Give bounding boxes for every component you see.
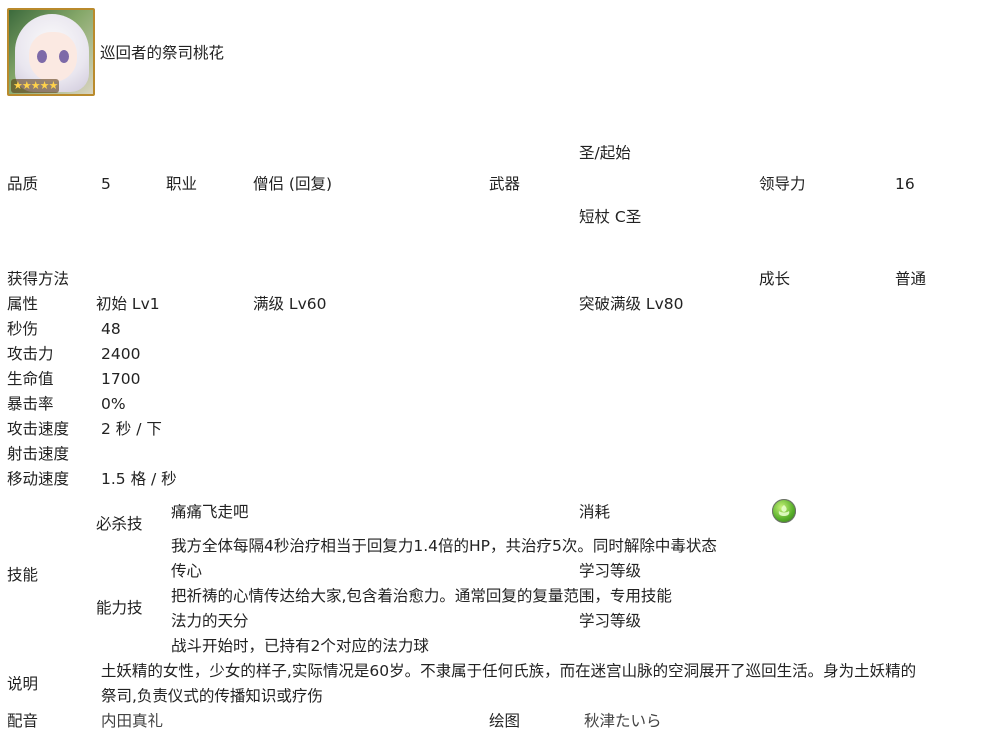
special-skill-cost-label: 消耗 <box>579 503 611 521</box>
ability-learn-level-label: 学习等级 <box>579 562 642 580</box>
growth-label: 成长 <box>759 270 791 288</box>
ability-name: 传心 <box>171 562 203 580</box>
description-line-2: 祭司,负责仪式的传播知识或疗伤 <box>101 687 323 705</box>
attr-col-limit-break: 突破满级 Lv80 <box>579 295 684 313</box>
attributes-label: 属性 <box>7 295 39 313</box>
attr-row-value: 48 <box>101 320 121 338</box>
ability-name: 法力的天分 <box>171 612 249 630</box>
special-skill-label: 必杀技 <box>96 515 143 533</box>
job-label: 职业 <box>166 175 198 193</box>
weapon-name: 短杖 C圣 <box>579 208 642 226</box>
attr-row-value: 0% <box>101 395 126 413</box>
ability-skill-label: 能力技 <box>96 599 143 617</box>
description-label: 说明 <box>7 675 39 693</box>
attr-row-label: 攻击力 <box>7 345 54 363</box>
attr-row-value: 1.5 格 / 秒 <box>101 470 177 488</box>
attr-col-max: 满级 Lv60 <box>253 295 327 313</box>
attr-row-label: 移动速度 <box>7 470 70 488</box>
attr-row-value: 2 秒 / 下 <box>101 420 162 438</box>
ability-desc: 战斗开始时，已持有2个对应的法力球 <box>171 637 429 655</box>
attr-row-label: 射击速度 <box>7 445 70 463</box>
voice-actor-label: 配音 <box>7 712 39 730</box>
green-mana-orb-icon <box>772 499 796 523</box>
special-skill-desc: 我方全体每隔4秒治疗相当于回复力1.4倍的HP，共治疗5次。同时解除中毒状态 <box>171 537 717 555</box>
leadership-label: 领导力 <box>759 175 806 193</box>
ability-desc: 把祈祷的心情传达给大家,包含着治愈力。通常回复的复量范围，专用技能 <box>171 587 672 605</box>
voice-actor-value: 内田真礼 <box>101 712 164 730</box>
quality-value: 5 <box>101 175 111 193</box>
job-value: 僧侣 (回复) <box>253 175 333 193</box>
attr-row-value: 2400 <box>101 345 141 363</box>
description-line-1: 土妖精的女性，少女的样子,实际情况是60岁。不隶属于任何氏族，而在迷宫山脉的空洞… <box>96 662 917 680</box>
attr-row-label: 攻击速度 <box>7 420 70 438</box>
special-skill-name: 痛痛飞走吧 <box>171 503 249 521</box>
weapon-type: 圣/起始 <box>579 144 631 162</box>
ability-learn-level-label: 学习等级 <box>579 612 642 630</box>
quality-label: 品质 <box>7 175 39 193</box>
attr-row-label: 生命值 <box>7 370 54 388</box>
obtain-label: 获得方法 <box>7 270 70 288</box>
character-name: 巡回者的祭司桃花 <box>100 44 225 62</box>
attr-row-label: 秒伤 <box>7 320 39 338</box>
weapon-label: 武器 <box>489 175 521 193</box>
illustrator-label: 绘图 <box>489 712 521 730</box>
attr-row-value: 1700 <box>101 370 141 388</box>
attr-col-initial: 初始 Lv1 <box>96 295 160 313</box>
rarity-stars: ★★★★★ <box>11 79 60 93</box>
attr-row-label: 暴击率 <box>7 395 54 413</box>
illustrator-value: 秋津たいら <box>584 712 662 730</box>
leadership-value: 16 <box>895 175 915 193</box>
character-portrait: ★★★★★ <box>7 8 95 96</box>
skills-label: 技能 <box>7 566 39 584</box>
growth-value: 普通 <box>895 270 927 288</box>
